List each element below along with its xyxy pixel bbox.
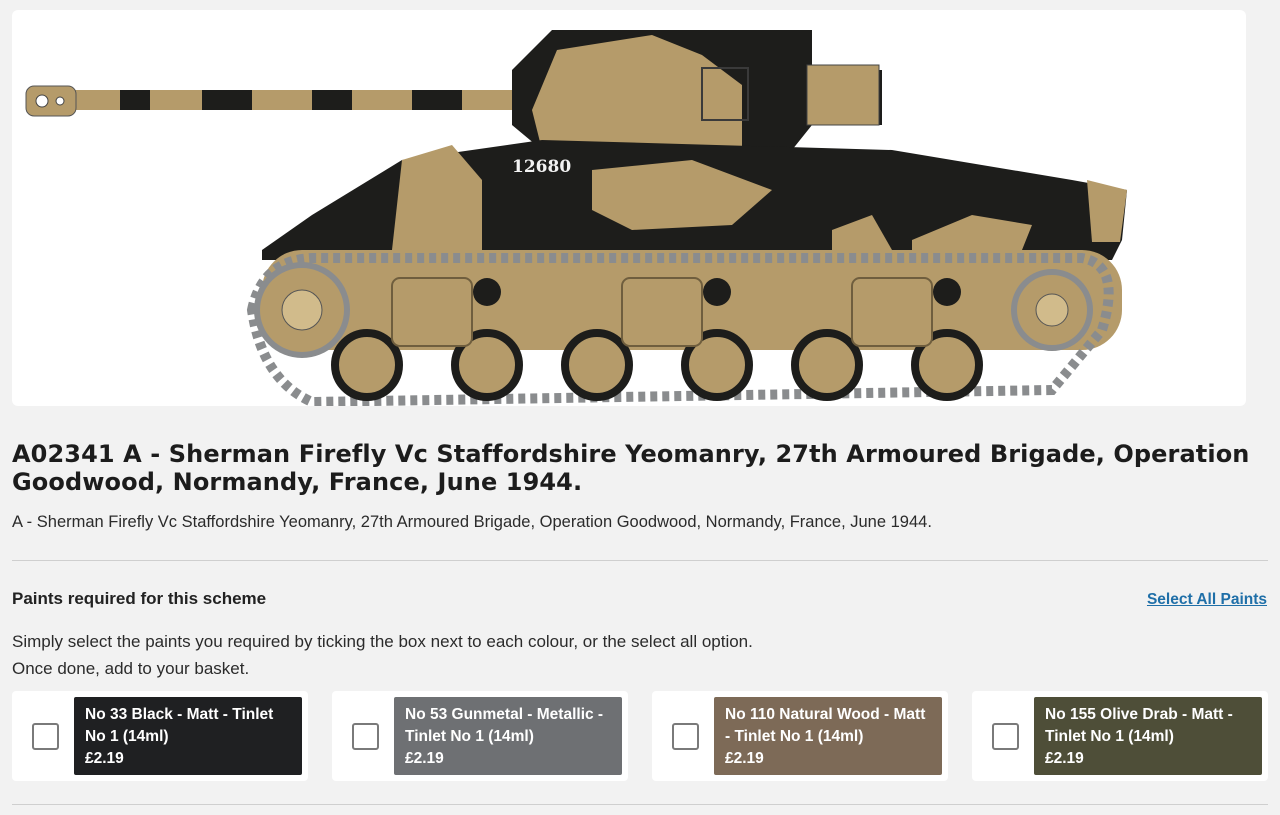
paint-swatch: No 53 Gunmetal - Metallic - Tinlet No 1 … [394,697,622,775]
paint-name: No 53 Gunmetal - Metallic - Tinlet No 1 … [405,706,604,745]
paint-card: No 155 Olive Drab - Matt - Tinlet No 1 (… [972,691,1268,781]
product-subtitle: A - Sherman Firefly Vc Staffordshire Yeo… [12,513,932,531]
paint-price: £2.19 [1045,750,1084,767]
paint-card: No 53 Gunmetal - Metallic - Tinlet No 1 … [332,691,628,781]
paint-name: No 33 Black - Matt - Tinlet No 1 (14ml) [85,706,274,745]
paints-instructions: Simply select the paints you required by… [12,628,753,682]
paint-checkbox[interactable] [352,723,379,750]
paint-price: £2.19 [405,750,444,767]
select-all-paints-link[interactable]: Select All Paints [1147,591,1267,609]
paint-card: No 110 Natural Wood - Matt - Tinlet No 1… [652,691,948,781]
paint-swatch: No 155 Olive Drab - Matt - Tinlet No 1 (… [1034,697,1262,775]
paint-checkbox[interactable] [672,723,699,750]
paint-card: No 33 Black - Matt - Tinlet No 1 (14ml) … [12,691,308,781]
paint-price: £2.19 [85,750,124,767]
section-divider [12,560,1268,561]
paints-heading: Paints required for this scheme [12,589,267,608]
paint-swatch: No 33 Black - Matt - Tinlet No 1 (14ml) … [74,697,302,775]
instructions-line-1: Simply select the paints you required by… [12,632,753,651]
paint-name: No 155 Olive Drab - Matt - Tinlet No 1 (… [1045,706,1233,745]
paint-checkbox[interactable] [32,723,59,750]
tank-marking: 12680 [512,157,571,177]
paint-swatch: No 110 Natural Wood - Matt - Tinlet No 1… [714,697,942,775]
paint-checkbox[interactable] [992,723,1019,750]
paint-price: £2.19 [725,750,764,767]
product-image: 12680 [12,10,1246,406]
paint-name: No 110 Natural Wood - Matt - Tinlet No 1… [725,706,926,745]
sherman-firefly-tank-illustration: 12680 [25,30,1127,406]
instructions-line-2: Once done, add to your basket. [12,659,250,678]
paint-list: No 33 Black - Matt - Tinlet No 1 (14ml) … [12,691,1268,781]
product-title: A02341 A - Sherman Firefly Vc Staffordsh… [12,440,1250,496]
section-divider-bottom [12,804,1268,805]
